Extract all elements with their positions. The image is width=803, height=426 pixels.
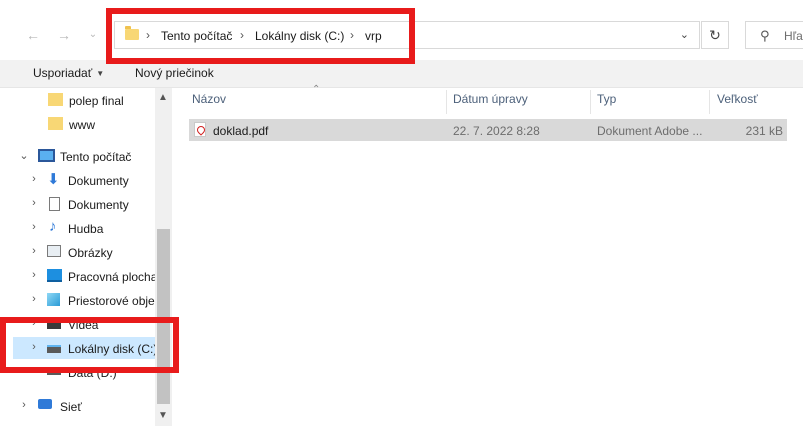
- nav-item-documents[interactable]: › Dokumenty: [0, 193, 155, 215]
- nav-item-desktop[interactable]: › Pracovná plocha: [0, 265, 158, 287]
- chevron-right-icon[interactable]: ›: [29, 221, 39, 233]
- breadcrumb-vrp[interactable]: vrp: [365, 29, 382, 43]
- pictures-icon: [47, 245, 61, 257]
- folder-icon: [125, 26, 139, 40]
- 3d-objects-icon: [47, 293, 60, 306]
- nav-item-local-disk-c[interactable]: › Lokálny disk (C:): [13, 337, 158, 359]
- nav-item-network[interactable]: › Sieť: [0, 395, 155, 417]
- organize-button[interactable]: Usporiadať ▼: [33, 66, 104, 80]
- chevron-right-icon[interactable]: ›: [29, 341, 39, 353]
- nav-item-3d-objects[interactable]: › Priestorové obje: [0, 289, 155, 311]
- nav-item-label: Sieť: [60, 400, 82, 414]
- column-divider[interactable]: [446, 90, 447, 114]
- forward-icon[interactable]: →: [55, 26, 73, 44]
- drive-icon: [47, 345, 61, 353]
- nav-item-label: Data (D:): [68, 366, 117, 380]
- refresh-button[interactable]: ↻: [701, 21, 729, 49]
- file-size: 231 kB: [745, 124, 783, 138]
- pdf-icon: [194, 122, 206, 137]
- computer-icon: [38, 149, 55, 162]
- column-header-type[interactable]: Typ: [597, 92, 702, 114]
- breadcrumb-separator[interactable]: ›: [350, 28, 354, 42]
- nav-item-label: Pracovná plocha: [68, 270, 158, 284]
- search-placeholder: Hľa: [784, 29, 803, 43]
- chevron-right-icon[interactable]: ›: [29, 317, 39, 329]
- column-divider[interactable]: [590, 90, 591, 114]
- nav-item-downloads[interactable]: › ⬇ Dokumenty: [0, 169, 155, 191]
- nav-item-label: Dokumenty: [68, 174, 129, 188]
- video-icon: [47, 317, 61, 329]
- search-input[interactable]: ⚲ Hľa: [745, 21, 803, 49]
- search-icon: ⚲: [760, 28, 770, 43]
- file-row[interactable]: doklad.pdf 22. 7. 2022 8:28 Dokument Ado…: [189, 119, 787, 141]
- chevron-down-icon[interactable]: ⌄: [19, 149, 29, 162]
- nav-item-label: www: [69, 118, 95, 132]
- nav-item-polep-final[interactable]: polep final: [0, 89, 155, 111]
- column-header-name[interactable]: Názov: [192, 92, 442, 114]
- document-icon: [49, 197, 60, 211]
- nav-item-label: Priestorové obje: [68, 294, 155, 308]
- nav-item-label: Dokumenty: [68, 198, 129, 212]
- breadcrumb-separator[interactable]: ›: [146, 28, 150, 42]
- chevron-right-icon[interactable]: ›: [29, 365, 39, 377]
- music-icon: ♪: [49, 218, 57, 235]
- nav-item-label: polep final: [69, 94, 124, 108]
- address-bar[interactable]: › Tento počítač › Lokálny disk (C:) › vr…: [114, 21, 700, 49]
- scrollbar-thumb[interactable]: [157, 229, 170, 404]
- new-folder-button[interactable]: Nový priečinok: [135, 66, 214, 80]
- nav-item-music[interactable]: › ♪ Hudba: [0, 217, 155, 239]
- nav-item-data-d[interactable]: › Data (D:): [0, 361, 155, 383]
- nav-item-label: Hudba: [68, 222, 104, 236]
- recent-locations-icon[interactable]: ⌄: [84, 26, 102, 44]
- nav-item-label: Lokálny disk (C:): [68, 342, 158, 356]
- chevron-right-icon[interactable]: ›: [29, 269, 39, 281]
- breadcrumb-separator[interactable]: ›: [240, 28, 244, 42]
- nav-item-videos[interactable]: › Videá: [0, 313, 155, 335]
- folder-icon: [48, 93, 63, 106]
- chevron-down-icon: ▼: [96, 69, 105, 78]
- nav-item-this-pc[interactable]: ⌄ Tento počítač: [0, 145, 155, 167]
- nav-item-www[interactable]: www: [0, 113, 155, 135]
- nav-item-label: Tento počítač: [60, 150, 132, 164]
- download-icon: ⬇: [47, 171, 60, 188]
- file-date: 22. 7. 2022 8:28: [453, 124, 540, 138]
- network-icon: [38, 399, 52, 409]
- breadcrumb-local-disk[interactable]: Lokálny disk (C:): [255, 29, 344, 43]
- nav-item-pictures[interactable]: › Obrázky: [0, 241, 155, 263]
- chevron-right-icon[interactable]: ›: [29, 245, 39, 257]
- chevron-up-icon[interactable]: ▲: [158, 92, 168, 103]
- chevron-right-icon[interactable]: ›: [19, 399, 29, 411]
- back-icon[interactable]: ←: [24, 26, 42, 44]
- file-name: doklad.pdf: [213, 124, 269, 138]
- chevron-down-icon[interactable]: ▼: [158, 410, 168, 421]
- nav-scrollbar[interactable]: ▲ ▼: [155, 88, 172, 426]
- file-type: Dokument Adobe ...: [597, 124, 703, 138]
- breadcrumb-this-pc[interactable]: Tento počítač: [161, 29, 232, 43]
- folder-icon: [48, 117, 63, 130]
- drive-icon: [47, 369, 61, 375]
- chevron-right-icon[interactable]: ›: [29, 197, 39, 209]
- command-bar: Usporiadať ▼ Nový priečinok: [0, 60, 803, 88]
- column-divider[interactable]: [709, 90, 710, 114]
- chevron-right-icon[interactable]: ›: [29, 173, 39, 185]
- nav-item-label: Videá: [68, 318, 99, 332]
- column-header-size[interactable]: Veľkosť: [717, 92, 787, 114]
- address-dropdown-icon[interactable]: ⌄: [680, 28, 689, 41]
- chevron-right-icon[interactable]: ›: [29, 293, 39, 305]
- column-header-date[interactable]: Dátum úpravy: [453, 92, 583, 114]
- nav-item-label: Obrázky: [68, 246, 113, 260]
- desktop-icon: [47, 269, 62, 282]
